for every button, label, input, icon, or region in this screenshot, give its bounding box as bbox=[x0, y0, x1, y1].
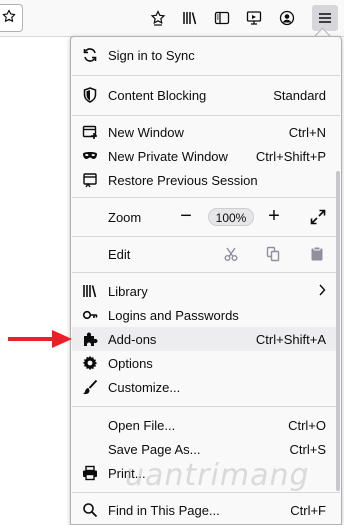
menu-item-label: Options bbox=[108, 356, 153, 371]
shortcut-label: Ctrl+N bbox=[288, 125, 326, 140]
menu-separator bbox=[72, 115, 340, 116]
key-icon bbox=[82, 307, 98, 323]
menu-item-library[interactable]: Library bbox=[72, 279, 340, 303]
library-icon[interactable] bbox=[177, 5, 203, 31]
page-area bbox=[0, 37, 71, 525]
chevron-right-icon bbox=[318, 284, 326, 299]
menu-item-label: Save Page As... bbox=[108, 442, 201, 457]
menu-item-label: Find in This Page... bbox=[108, 503, 220, 518]
menu-item-label: Customize... bbox=[108, 380, 181, 395]
account-icon[interactable] bbox=[274, 5, 300, 31]
menu-separator bbox=[72, 197, 340, 198]
content-blocking-value: Standard bbox=[273, 88, 326, 103]
menu-item-content-blocking[interactable]: Content Blocking Standard bbox=[72, 83, 340, 107]
shortcut-label: Ctrl+Shift+A bbox=[255, 332, 326, 347]
red-arrow-icon bbox=[6, 328, 76, 355]
zoom-reset-button[interactable]: 100% bbox=[208, 208, 254, 226]
bookmark-star-icon[interactable] bbox=[2, 9, 16, 28]
menu-item-options[interactable]: Options bbox=[72, 351, 340, 375]
screenshot-icon[interactable] bbox=[241, 5, 267, 31]
fullscreen-icon[interactable] bbox=[310, 209, 326, 228]
star-list-icon[interactable] bbox=[145, 5, 171, 31]
menu-item-new-window[interactable]: New Window Ctrl+N bbox=[72, 120, 340, 144]
shortcut-label: Ctrl+O bbox=[288, 418, 326, 433]
zoom-out-button[interactable]: − bbox=[178, 206, 194, 226]
search-icon bbox=[82, 502, 98, 518]
menu-item-save-page[interactable]: Save Page As... Ctrl+S bbox=[72, 437, 340, 461]
menu-separator bbox=[72, 236, 340, 237]
menu-item-label: Restore Previous Session bbox=[108, 173, 258, 188]
shortcut-label: Ctrl+F bbox=[290, 503, 326, 518]
paste-icon[interactable] bbox=[310, 246, 324, 262]
menu-separator bbox=[72, 492, 340, 493]
menu-item-label: Open File... bbox=[108, 418, 176, 433]
menu-item-edit: Edit bbox=[72, 242, 340, 266]
gear-icon bbox=[82, 355, 98, 371]
menu-item-label: Print... bbox=[108, 466, 146, 481]
zoom-controls: − 100% + bbox=[172, 206, 332, 228]
browser-toolbar bbox=[0, 0, 344, 37]
cut-icon[interactable] bbox=[224, 246, 238, 262]
menu-item-label: Library bbox=[108, 284, 148, 299]
private-mask-icon bbox=[82, 148, 98, 164]
menu-item-open-file[interactable]: Open File... Ctrl+O bbox=[72, 413, 340, 437]
menu-item-label: Edit bbox=[108, 247, 131, 262]
menu-separator bbox=[72, 406, 340, 407]
menu-item-label: Sign in to Sync bbox=[108, 48, 195, 63]
library-icon bbox=[82, 283, 98, 299]
new-window-icon bbox=[82, 124, 98, 140]
puzzle-piece-icon bbox=[82, 331, 98, 347]
menu-item-restore-session[interactable]: Restore Previous Session bbox=[72, 168, 340, 192]
menu-item-label: Logins and Passwords bbox=[108, 308, 239, 323]
menu-item-new-private-window[interactable]: New Private Window Ctrl+Shift+P bbox=[72, 144, 340, 168]
copy-icon[interactable] bbox=[266, 246, 280, 262]
menu-item-label: New Private Window bbox=[108, 149, 228, 164]
menu-item-sync[interactable]: Sign in to Sync bbox=[72, 43, 340, 67]
menu-item-print[interactable]: Print... bbox=[72, 461, 340, 485]
url-bar-end[interactable] bbox=[0, 4, 23, 32]
menu-item-customize[interactable]: Customize... bbox=[72, 375, 340, 399]
zoom-in-button[interactable]: + bbox=[266, 206, 282, 226]
shortcut-label: Ctrl+S bbox=[289, 442, 326, 457]
menu-item-zoom: Zoom − 100% + bbox=[72, 204, 340, 230]
menu-item-label: Content Blocking bbox=[108, 88, 207, 103]
sync-icon bbox=[82, 47, 98, 63]
menu-item-find[interactable]: Find in This Page... Ctrl+F bbox=[72, 498, 340, 522]
shield-icon bbox=[82, 87, 98, 103]
printer-icon bbox=[82, 465, 98, 481]
menu-item-label: Add-ons bbox=[108, 332, 157, 347]
restore-session-icon bbox=[82, 172, 98, 188]
paintbrush-icon bbox=[82, 379, 98, 395]
menu-item-label: Zoom bbox=[108, 210, 142, 225]
sidebar-icon[interactable] bbox=[209, 5, 235, 31]
menu-icon[interactable] bbox=[312, 5, 338, 31]
menu-separator bbox=[72, 272, 340, 273]
menu-item-label: New Window bbox=[108, 125, 184, 140]
menu-item-logins[interactable]: Logins and Passwords bbox=[72, 303, 340, 327]
menu-separator bbox=[72, 75, 340, 76]
menu-scrollbar[interactable] bbox=[336, 171, 340, 491]
menu-item-addons[interactable]: Add-ons Ctrl+Shift+A bbox=[72, 327, 340, 351]
shortcut-label: Ctrl+Shift+P bbox=[255, 149, 326, 164]
app-menu-panel: Sign in to Sync Content Blocking Standar… bbox=[70, 36, 342, 525]
